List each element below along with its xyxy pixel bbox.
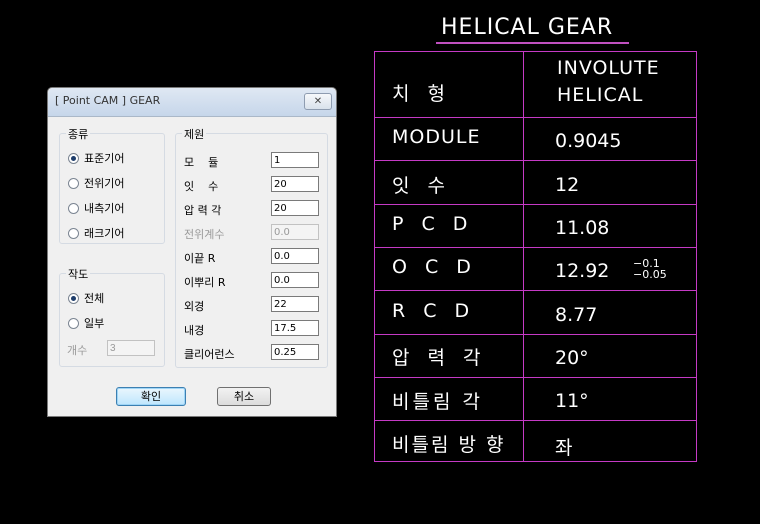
radio-internal-gear[interactable]: 내측기어 [68,200,124,216]
close-icon: ✕ [313,96,323,107]
teeth-input[interactable] [271,176,319,192]
row-value: 0.9045 [555,130,622,152]
radio-selected-icon [68,292,79,304]
row-value: 8.77 [555,304,598,326]
row-label: 치 형 [392,83,451,105]
radio-rack-gear[interactable]: 래크기어 [68,225,124,241]
clearance-label: 클리어런스 [184,348,235,361]
pressure-angle-label: 압 력 각 [184,204,222,217]
spec-group-title: 제원 [182,126,207,142]
radio-profile-shifted-gear[interactable]: 전위기어 [68,175,124,191]
row-label: 압 력 각 [392,347,487,369]
table-row-rcd: R C D 8.77 [375,290,696,335]
cancel-button[interactable]: 취소 [217,387,271,406]
outer-diameter-field: 외경 [184,296,324,314]
count-label: 개수 [67,344,88,357]
shift-coefficient-input[interactable] [271,224,319,240]
root-radius-field: 이뿌리 R [184,272,324,290]
table-row-teeth: 잇 수 12 [375,160,696,205]
spec-group: 제원 모 듈 잇 수 압 력 각 전위계수 이끝 R 이뿌리 R 외경 [175,126,328,368]
clearance-field: 클리어런스 [184,344,324,362]
gear-spec-table: 치 형 INVOLUTE HELICAL MODULE 0.9045 잇 수 1… [374,51,697,462]
tip-radius-input[interactable] [271,248,319,264]
inner-diameter-label: 내경 [184,324,205,337]
radio-label: 래크기어 [84,227,125,240]
clearance-input[interactable] [271,344,319,360]
module-field: 모 듈 [184,152,324,170]
pressure-angle-input[interactable] [271,200,319,216]
row-label: O C D [392,256,477,278]
shift-coefficient-label: 전위계수 [184,228,225,241]
module-label: 모 듈 [184,156,219,169]
table-row-module: MODULE 0.9045 [375,117,696,161]
close-button[interactable]: ✕ [304,93,332,110]
cad-title: HELICAL GEAR [441,15,614,40]
radio-draw-partial[interactable]: 일부 [68,315,104,331]
radio-label: 내측기어 [84,202,125,215]
gear-type-group: 종류 표준기어 전위기어 내측기어 래크기어 [59,126,165,244]
gear-dialog: [ Point CAM ] GEAR ✕ 종류 표준기어 전위기어 내측기어 래… [47,87,337,417]
table-row-ocd: O C D 12.92 −0.1 −0.05 [375,247,696,291]
radio-draw-all[interactable]: 전체 [68,290,104,306]
pressure-angle-field: 압 력 각 [184,200,324,218]
radio-unselected-icon [68,317,79,329]
radio-unselected-icon [68,202,79,214]
tip-radius-label: 이끝 R [184,252,216,265]
row-value-line2: HELICAL [557,84,644,106]
count-input[interactable] [107,340,155,356]
table-row-pcd: P C D 11.08 [375,204,696,248]
table-row-pressure-angle: 압 력 각 20° [375,334,696,378]
teeth-field: 잇 수 [184,176,324,194]
table-row-tooth-form: 치 형 INVOLUTE HELICAL [375,51,696,117]
radio-label: 전체 [84,292,105,305]
cad-title-underline [436,42,629,44]
radio-label: 전위기어 [84,177,125,190]
tip-radius-field: 이끝 R [184,248,324,266]
root-radius-label: 이뿌리 R [184,276,226,289]
row-value: 11.08 [555,217,610,239]
row-value: 12.92 [555,260,610,282]
inner-diameter-field: 내경 [184,320,324,338]
ok-button[interactable]: 확인 [116,387,186,406]
row-label: R C D [392,300,476,322]
table-row-helix-angle: 비틀림 각 11° [375,377,696,421]
row-label: 잇 수 [392,175,451,197]
draw-group-title: 작도 [66,266,91,282]
dialog-title: [ Point CAM ] GEAR [55,94,161,107]
row-label: 비틀림 방 향 [392,434,506,456]
radio-selected-icon [68,152,79,164]
row-label: MODULE [392,126,481,148]
row-label: P C D [392,213,474,235]
row-value: 11° [555,390,589,412]
teeth-label: 잇 수 [184,180,219,193]
outer-diameter-label: 외경 [184,300,205,313]
table-row-helix-direction: 비틀림 방 향 좌 [375,420,696,463]
gear-type-group-title: 종류 [66,126,91,142]
radio-standard-gear[interactable]: 표준기어 [68,150,124,166]
radio-label: 일부 [84,317,105,330]
row-value-line1: INVOLUTE [557,57,660,79]
outer-diameter-input[interactable] [271,296,319,312]
root-radius-input[interactable] [271,272,319,288]
shift-coefficient-field: 전위계수 [184,224,324,242]
row-label: 비틀림 각 [392,391,483,413]
radio-label: 표준기어 [84,152,125,165]
row-value: 12 [555,174,580,196]
module-input[interactable] [271,152,319,168]
dialog-titlebar[interactable]: [ Point CAM ] GEAR ✕ [48,88,336,117]
row-value: 20° [555,347,589,369]
radio-unselected-icon [68,177,79,189]
inner-diameter-input[interactable] [271,320,319,336]
radio-unselected-icon [68,227,79,239]
row-value: 좌 [555,437,573,459]
tolerance-lower: −0.05 [633,268,667,281]
